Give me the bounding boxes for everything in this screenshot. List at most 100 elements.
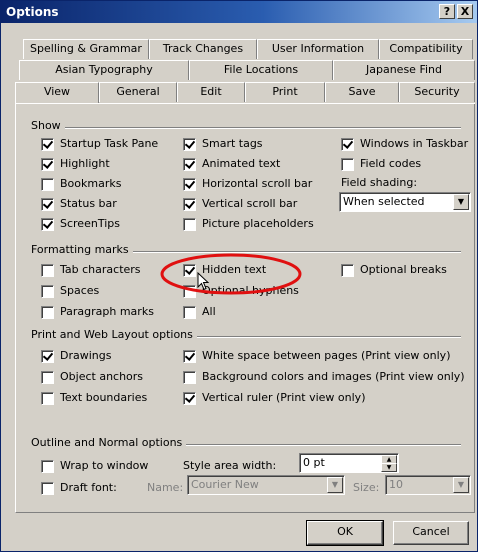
checkbox-label: Highlight xyxy=(60,157,110,170)
field-shading-select[interactable]: When selected ▼ xyxy=(339,192,471,212)
checkbox-label: Vertical scroll bar xyxy=(202,197,298,210)
draft-font-size-select[interactable]: 10 ▼ xyxy=(385,475,471,495)
windows-in-taskbar-checkbox[interactable]: Windows in Taskbar xyxy=(341,137,468,151)
field-codes-checkbox[interactable]: Field codes xyxy=(341,157,421,171)
cancel-button[interactable]: Cancel xyxy=(393,521,469,545)
checkbox-box xyxy=(183,197,196,211)
horizontal-scroll-bar-checkbox[interactable]: Horizontal scroll bar xyxy=(183,177,312,191)
background-colors-images-checkbox[interactable]: Background colors and images (Print view… xyxy=(183,370,465,384)
spaces-checkbox[interactable]: Spaces xyxy=(41,284,99,298)
checkbox-label: Optional breaks xyxy=(360,263,447,276)
picture-placeholders-checkbox[interactable]: Picture placeholders xyxy=(183,217,314,231)
tab-asian-typography[interactable]: Asian Typography xyxy=(19,60,189,80)
checkbox-label: ScreenTips xyxy=(60,217,120,230)
tab-view[interactable]: View xyxy=(15,82,99,103)
checkbox-box xyxy=(341,137,354,151)
bookmarks-checkbox[interactable]: Bookmarks xyxy=(41,177,121,191)
checkbox-label: Smart tags xyxy=(202,137,263,150)
tab-spelling-grammar[interactable]: Spelling & Grammar xyxy=(23,39,149,59)
help-button[interactable]: ? xyxy=(439,4,455,19)
vertical-scroll-bar-checkbox[interactable]: Vertical scroll bar xyxy=(183,197,297,211)
checkbox-label: All xyxy=(202,305,216,318)
checkbox-label: Startup Task Pane xyxy=(60,137,159,150)
tab-compatibility[interactable]: Compatibility xyxy=(379,39,473,59)
checkbox-label: White space between pages (Print view on… xyxy=(202,349,451,362)
tab-track-changes[interactable]: Track Changes xyxy=(149,39,257,59)
show-heading: Show xyxy=(31,119,65,132)
checkbox-label: Vertical ruler (Print view only) xyxy=(202,391,366,404)
tab-security[interactable]: Security xyxy=(399,82,475,102)
chevron-down-icon[interactable]: ▼ xyxy=(453,477,469,493)
tab-japanese-find[interactable]: Japanese Find xyxy=(333,60,475,80)
tab-divider xyxy=(15,103,475,104)
options-dialog: Options ? X Spelling & Grammar Track Cha… xyxy=(0,0,478,552)
checkbox-box xyxy=(41,177,54,191)
checkbox-label: Object anchors xyxy=(60,370,144,383)
status-bar-checkbox[interactable]: Status bar xyxy=(41,197,117,211)
tab-print[interactable]: Print xyxy=(245,82,325,102)
smart-tags-checkbox[interactable]: Smart tags xyxy=(183,137,263,151)
tab-save[interactable]: Save xyxy=(325,82,399,102)
outline-heading: Outline and Normal options xyxy=(31,436,187,449)
tab-user-information[interactable]: User Information xyxy=(257,39,379,59)
formatting-marks-heading: Formatting marks xyxy=(31,243,133,256)
checkbox-label: Windows in Taskbar xyxy=(360,137,469,150)
chevron-down-icon[interactable]: ▼ xyxy=(327,477,343,493)
checkbox-label: Horizontal scroll bar xyxy=(202,177,313,190)
checkbox-box xyxy=(41,459,54,473)
tab-characters-checkbox[interactable]: Tab characters xyxy=(41,263,141,277)
checkbox-box xyxy=(41,481,54,495)
field-shading-label: Field shading: xyxy=(341,176,418,189)
tab-file-locations[interactable]: File Locations xyxy=(189,60,333,80)
size-label: Size: xyxy=(353,481,380,494)
checkbox-label: Drawings xyxy=(60,349,112,362)
highlight-checkbox[interactable]: Highlight xyxy=(41,157,110,171)
text-boundaries-checkbox[interactable]: Text boundaries xyxy=(41,391,147,405)
vertical-ruler-checkbox[interactable]: Vertical ruler (Print view only) xyxy=(183,391,366,405)
all-checkbox[interactable]: All xyxy=(183,305,216,319)
checkbox-box xyxy=(183,305,196,319)
checkbox-label: Text boundaries xyxy=(60,391,148,404)
checkbox-box xyxy=(41,284,54,298)
white-space-between-pages-checkbox[interactable]: White space between pages (Print view on… xyxy=(183,349,451,363)
optional-breaks-checkbox[interactable]: Optional breaks xyxy=(341,263,447,277)
checkbox-label: Draft font: xyxy=(60,481,117,494)
checkbox-box xyxy=(41,137,54,151)
checkbox-label: Bookmarks xyxy=(60,177,122,190)
draft-font-name-value: Courier New xyxy=(191,478,259,491)
tab-edit[interactable]: Edit xyxy=(177,82,245,102)
checkbox-box xyxy=(183,370,196,384)
style-area-width-value: 0 pt xyxy=(303,456,325,469)
show-group-line xyxy=(31,127,461,129)
mouse-cursor-icon xyxy=(197,272,210,291)
checkbox-label: Picture placeholders xyxy=(202,217,314,230)
startup-task-pane-checkbox[interactable]: Startup Task Pane xyxy=(41,137,158,151)
paragraph-marks-checkbox[interactable]: Paragraph marks xyxy=(41,305,154,319)
object-anchors-checkbox[interactable]: Object anchors xyxy=(41,370,143,384)
animated-text-checkbox[interactable]: Animated text xyxy=(183,157,280,171)
screentips-checkbox[interactable]: ScreenTips xyxy=(41,217,120,231)
title-bar[interactable]: Options ? X xyxy=(1,1,477,23)
spin-down-icon[interactable]: ▼ xyxy=(381,463,397,472)
checkbox-box xyxy=(183,157,196,171)
checkbox-label: Field codes xyxy=(360,157,422,170)
print-web-heading: Print and Web Layout options xyxy=(31,328,197,341)
drawings-checkbox[interactable]: Drawings xyxy=(41,349,111,363)
draft-font-name-select[interactable]: Courier New ▼ xyxy=(187,475,345,495)
chevron-down-icon[interactable]: ▼ xyxy=(453,194,469,210)
checkbox-box xyxy=(41,217,54,231)
ok-button[interactable]: OK xyxy=(306,520,384,546)
close-button[interactable]: X xyxy=(457,4,473,19)
draft-font-checkbox[interactable]: Draft font: xyxy=(41,481,117,495)
checkbox-box xyxy=(41,157,54,171)
checkbox-box xyxy=(41,197,54,211)
checkbox-label: Wrap to window xyxy=(60,459,149,472)
wrap-to-window-checkbox[interactable]: Wrap to window xyxy=(41,459,148,473)
checkbox-box xyxy=(183,137,196,151)
highlight-ellipse-annotation xyxy=(160,253,302,295)
style-area-width-input[interactable]: 0 pt ▲ ▼ xyxy=(299,453,399,473)
checkbox-label: Background colors and images (Print view… xyxy=(202,370,465,383)
tab-general[interactable]: General xyxy=(99,82,177,102)
checkbox-box xyxy=(183,391,196,405)
checkbox-box xyxy=(41,349,54,363)
